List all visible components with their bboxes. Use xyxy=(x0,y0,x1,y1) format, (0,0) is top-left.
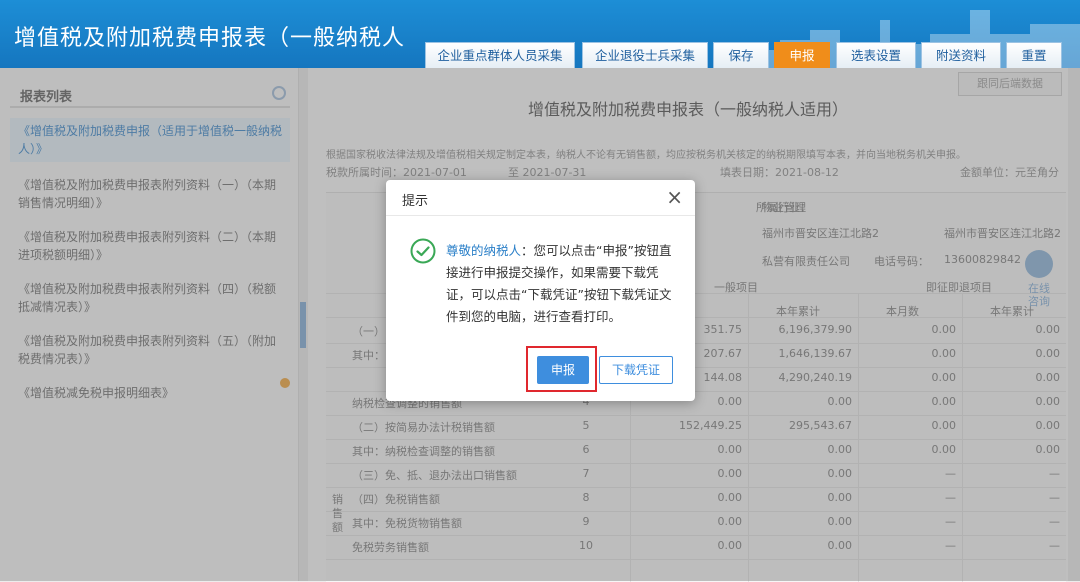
dialog-header: 提示 × xyxy=(386,180,695,216)
attachments-button[interactable]: 附送资料 xyxy=(921,42,1001,68)
reset-button[interactable]: 重置 xyxy=(1006,42,1062,68)
save-button[interactable]: 保存 xyxy=(713,42,769,68)
submit-tab-button[interactable]: 申报 xyxy=(774,42,830,68)
dialog-greeting: 尊敬的纳税人 xyxy=(446,243,522,258)
check-circle-icon xyxy=(410,238,436,264)
dialog-title: 提示 xyxy=(402,194,429,209)
app-title: 增值税及附加税费申报表（一般纳税人 xyxy=(14,26,406,51)
close-icon[interactable]: × xyxy=(666,187,683,207)
download-voucher-button[interactable]: 下载凭证 xyxy=(599,356,673,384)
submit-button[interactable]: 申报 xyxy=(537,356,589,384)
dialog-message: 尊敬的纳税人：您可以点击“申报”按钮直接进行申报提交操作，如果需要下载凭证，可以… xyxy=(446,240,672,328)
tab-key-group-collection[interactable]: 企业重点群体人员采集 xyxy=(425,42,575,68)
prompt-dialog: 提示 × 尊敬的纳税人：您可以点击“申报”按钮直接进行申报提交操作，如果需要下载… xyxy=(386,180,695,401)
form-settings-button[interactable]: 选表设置 xyxy=(836,42,916,68)
tab-veteran-collection[interactable]: 企业退役士兵采集 xyxy=(582,42,708,68)
